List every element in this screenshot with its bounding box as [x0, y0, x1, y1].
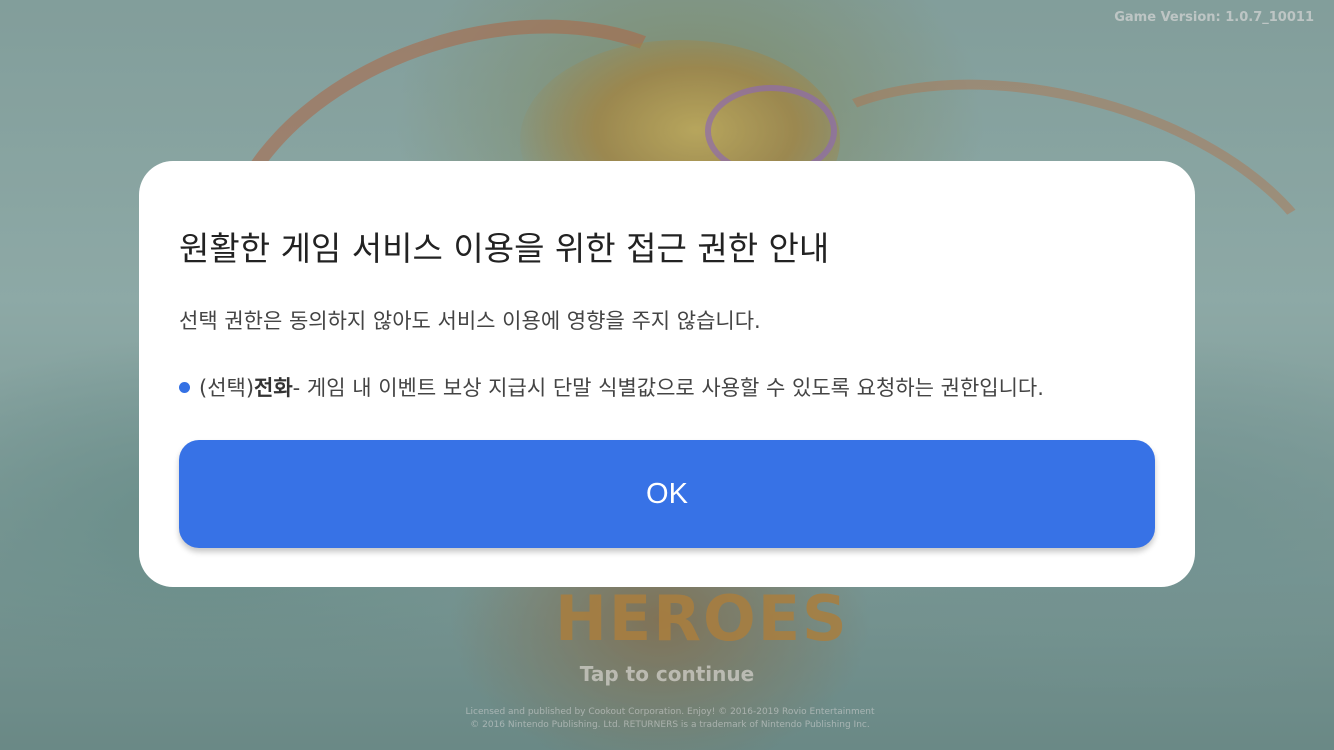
permission-name: 전화: [254, 376, 293, 400]
ok-button[interactable]: OK: [179, 440, 1155, 548]
permission-description: - 게임 내 이벤트 보상 지급시 단말 식별값으로 사용할 수 있도록 요청하…: [292, 376, 1044, 400]
permission-dialog: 원활한 게임 서비스 이용을 위한 접근 권한 안내 선택 권한은 동의하지 않…: [139, 161, 1195, 587]
dialog-subtitle: 선택 권한은 동의하지 않아도 서비스 이용에 영향을 주지 않습니다.: [179, 309, 761, 333]
dialog-title: 원활한 게임 서비스 이용을 위한 접근 권한 안내: [179, 229, 830, 268]
bullet-icon: [179, 381, 190, 393]
permission-item-phone: (선택) 전화 - 게임 내 이벤트 보상 지급시 단말 식별값으로 사용할 수 …: [179, 372, 1044, 402]
permission-prefix: (선택): [199, 376, 255, 400]
